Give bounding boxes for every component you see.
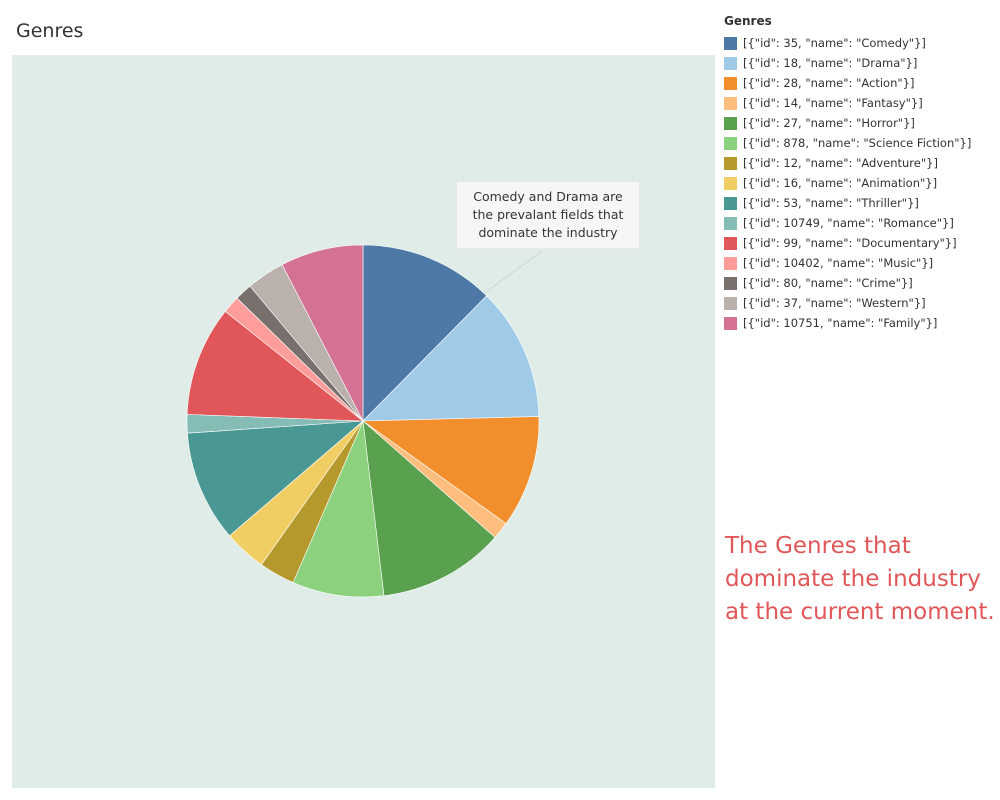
legend-label: [{"id": 878, "name": "Science Fiction"}] — [743, 136, 972, 150]
legend-label: [{"id": 10751, "name": "Family"}] — [743, 316, 938, 330]
annotation-text: Comedy and Drama are the prevalant field… — [472, 189, 624, 240]
legend-item[interactable]: [{"id": 28, "name": "Action"}] — [724, 73, 996, 93]
legend-swatch — [724, 196, 737, 210]
caption-text: The Genres that dominate the industry at… — [725, 533, 995, 625]
legend-swatch — [724, 276, 737, 290]
legend-label: [{"id": 53, "name": "Thriller"}] — [743, 196, 919, 210]
legend-label: [{"id": 16, "name": "Animation"}] — [743, 176, 938, 190]
legend-item[interactable]: [{"id": 12, "name": "Adventure"}] — [724, 153, 996, 173]
legend-swatch — [724, 76, 737, 90]
pie-slices — [186, 244, 540, 598]
legend-swatch — [724, 236, 737, 250]
legend-item[interactable]: [{"id": 53, "name": "Thriller"}] — [724, 193, 996, 213]
legend-item[interactable]: [{"id": 35, "name": "Comedy"}] — [724, 33, 996, 53]
legend: Genres [{"id": 35, "name": "Comedy"}] [{"… — [724, 13, 996, 333]
legend-item[interactable]: [{"id": 10402, "name": "Music"}] — [724, 253, 996, 273]
legend-title: Genres — [724, 14, 772, 28]
legend-swatch — [724, 316, 737, 330]
legend-label: [{"id": 28, "name": "Action"}] — [743, 76, 915, 90]
legend-item[interactable]: [{"id": 37, "name": "Western"}] — [724, 293, 996, 313]
legend-label: [{"id": 14, "name": "Fantasy"}] — [743, 96, 923, 110]
legend-swatch — [724, 156, 737, 170]
pie-chart — [186, 244, 543, 598]
legend-item[interactable]: [{"id": 80, "name": "Crime"}] — [724, 273, 996, 293]
annotation-leader-line — [481, 250, 543, 296]
legend-items: [{"id": 35, "name": "Comedy"}] [{"id": 18… — [724, 33, 996, 333]
legend-label: [{"id": 10749, "name": "Romance"}] — [743, 216, 954, 230]
legend-item[interactable]: [{"id": 10751, "name": "Family"}] — [724, 313, 996, 333]
legend-swatch — [724, 136, 737, 150]
legend-label: [{"id": 12, "name": "Adventure"}] — [743, 156, 938, 170]
legend-item[interactable]: [{"id": 16, "name": "Animation"}] — [724, 173, 996, 193]
legend-label: [{"id": 10402, "name": "Music"}] — [743, 256, 934, 270]
legend-label: [{"id": 99, "name": "Documentary"}] — [743, 236, 957, 250]
legend-label: [{"id": 35, "name": "Comedy"}] — [743, 36, 926, 50]
legend-label: [{"id": 80, "name": "Crime"}] — [743, 276, 913, 290]
legend-swatch — [724, 296, 737, 310]
legend-swatch — [724, 216, 737, 230]
legend-item[interactable]: [{"id": 27, "name": "Horror"}] — [724, 113, 996, 133]
legend-item[interactable]: [{"id": 878, "name": "Science Fiction"}] — [724, 133, 996, 153]
legend-swatch — [724, 176, 737, 190]
legend-swatch — [724, 256, 737, 270]
legend-item[interactable]: [{"id": 10749, "name": "Romance"}] — [724, 213, 996, 233]
legend-label: [{"id": 37, "name": "Western"}] — [743, 296, 926, 310]
legend-label: [{"id": 18, "name": "Drama"}] — [743, 56, 918, 70]
legend-item[interactable]: [{"id": 18, "name": "Drama"}] — [724, 53, 996, 73]
legend-item[interactable]: [{"id": 99, "name": "Documentary"}] — [724, 233, 996, 253]
legend-item[interactable]: [{"id": 14, "name": "Fantasy"}] — [724, 93, 996, 113]
legend-label: [{"id": 27, "name": "Horror"}] — [743, 116, 915, 130]
legend-swatch — [724, 96, 737, 110]
legend-swatch — [724, 116, 737, 130]
legend-swatch — [724, 36, 737, 50]
legend-swatch — [724, 56, 737, 70]
plot-area — [12, 55, 715, 788]
sheet-title: Genres — [16, 20, 84, 42]
annotation-callout[interactable]: Comedy and Drama are the prevalant field… — [456, 181, 640, 249]
